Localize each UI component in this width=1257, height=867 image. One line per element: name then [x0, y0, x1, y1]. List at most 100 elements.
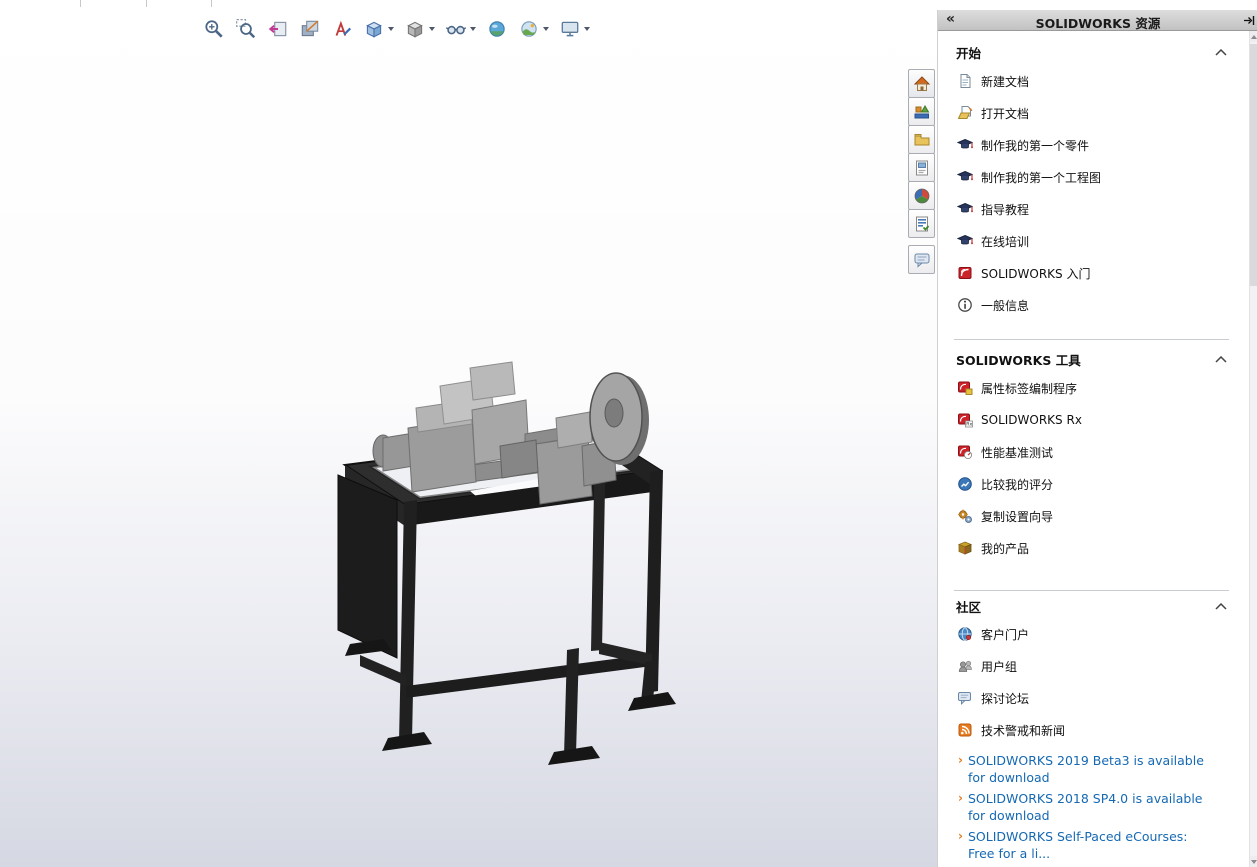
item-first-part[interactable]: 制作我的第一个零件 — [954, 129, 1249, 161]
forum-icon — [956, 690, 973, 707]
item-open-document[interactable]: 打开文档 — [954, 97, 1249, 129]
folder-icon — [914, 133, 929, 145]
previous-view-button[interactable] — [267, 16, 289, 42]
compare-scores-icon — [956, 476, 973, 493]
section-items: 客户门户 用户组 探讨论坛 技术警戒和新闻 — [954, 618, 1249, 746]
view-palette-icon — [915, 160, 928, 175]
view-settings-button[interactable] — [559, 16, 590, 42]
previous-view-icon — [268, 21, 287, 37]
collapse-chevron-icon[interactable] — [1215, 356, 1227, 363]
copy-settings-icon — [956, 508, 973, 525]
news-link-text: SOLIDWORKS Self-Paced eCourses: Free for… — [967, 829, 1188, 861]
3d-model-assembly[interactable] — [320, 350, 680, 780]
task-pane: « SOLIDWORKS 资源 开始 新建文档 打开文档 制作我的第一个零件 制… — [937, 10, 1257, 867]
apply-scene-button[interactable] — [518, 16, 549, 42]
item-customer-portal[interactable]: 客户门户 — [954, 618, 1249, 650]
scrollbar-thumb[interactable] — [1250, 44, 1257, 286]
section-view-button[interactable] — [299, 16, 321, 42]
dropdown-arrow-icon[interactable] — [388, 27, 394, 31]
item-compare-scores[interactable]: 比较我的评分 — [954, 468, 1249, 500]
dropdown-arrow-icon[interactable] — [543, 27, 549, 31]
graphics-viewport[interactable] — [0, 8, 937, 867]
item-performance-benchmark[interactable]: 性能基准测试 — [954, 436, 1249, 468]
benchmark-icon — [956, 444, 973, 461]
item-tutorials[interactable]: 指导教程 — [954, 193, 1249, 225]
news-link[interactable]: › SOLIDWORKS 2018 SP4.0 is available for… — [954, 788, 1249, 826]
appearances-sphere-icon — [914, 188, 929, 203]
item-label: 指导教程 — [981, 202, 1030, 217]
info-icon — [956, 297, 973, 314]
news-list: › SOLIDWORKS 2019 Beta3 is available for… — [954, 750, 1249, 867]
item-label: 用户组 — [981, 659, 1018, 674]
item-label: SOLIDWORKS Rx — [981, 413, 1082, 427]
heads-up-toolbar — [203, 16, 590, 42]
item-technical-alerts-news[interactable]: 技术警戒和新闻 — [954, 714, 1249, 746]
zoom-to-fit-icon — [205, 20, 223, 38]
tutorial-cap-icon — [956, 201, 973, 218]
zoom-to-fit-button[interactable] — [203, 16, 225, 42]
item-new-document[interactable]: 新建文档 — [954, 65, 1249, 97]
item-online-training[interactable]: 在线培训 — [954, 225, 1249, 257]
svg-text:Rx: Rx — [966, 422, 972, 428]
zoom-to-area-button[interactable] — [235, 16, 257, 42]
item-general-information[interactable]: 一般信息 — [954, 289, 1249, 321]
design-library-icon — [914, 104, 929, 118]
tutorial-cap-icon — [956, 233, 973, 250]
item-user-groups[interactable]: 用户组 — [954, 650, 1249, 682]
section-divider — [954, 590, 1229, 591]
edit-appearance-button[interactable] — [486, 16, 508, 42]
tab-design-library[interactable] — [908, 97, 935, 126]
forum-bubble-icon — [914, 253, 929, 268]
item-label: 新建文档 — [981, 74, 1030, 89]
tab-file-explorer[interactable] — [908, 125, 935, 154]
zoom-to-area-icon — [236, 19, 256, 39]
news-rss-icon — [956, 722, 973, 739]
section-title: 开始 — [956, 46, 982, 61]
tab-custom-properties[interactable] — [908, 209, 935, 238]
news-link[interactable]: › SOLIDWORKS Self-Paced eCourses: Free f… — [954, 826, 1249, 864]
item-solidworks-rx[interactable]: Rx SOLIDWORKS Rx — [954, 404, 1249, 436]
scrollbar-up-arrow[interactable] — [1250, 31, 1257, 42]
section-view-icon — [301, 20, 319, 37]
tutorial-cap-icon — [956, 137, 973, 154]
news-bullet-icon: › — [958, 791, 963, 805]
dropdown-arrow-icon[interactable] — [429, 27, 435, 31]
item-solidworks-getting-started[interactable]: SOLIDWORKS 入门 — [954, 257, 1249, 289]
tab-appearances-scenes[interactable] — [908, 181, 935, 210]
task-pane-scrollbar[interactable] — [1249, 31, 1257, 867]
tab-solidworks-forum[interactable] — [908, 245, 935, 274]
section-items: 属性标签编制程序 Rx SOLIDWORKS Rx 性能基准测试 比较我的评分 … — [954, 372, 1249, 564]
section-title: 社区 — [956, 600, 982, 615]
hide-show-items-button[interactable] — [445, 16, 476, 42]
my-products-icon — [956, 540, 973, 557]
dynamic-annotation-views-button[interactable] — [331, 16, 353, 42]
news-link-text: SOLIDWORKS 2018 SP4.0 is available for d… — [967, 791, 1203, 823]
item-property-tab-builder[interactable]: 属性标签编制程序 — [954, 372, 1249, 404]
collapse-chevron-icon[interactable] — [1215, 49, 1227, 56]
item-label: 复制设置向导 — [981, 509, 1054, 524]
item-first-drawing[interactable]: 制作我的第一个工程图 — [954, 161, 1249, 193]
news-bullet-icon: › — [958, 753, 963, 767]
tab-solidworks-resources[interactable] — [908, 69, 935, 98]
home-icon — [913, 75, 930, 91]
item-label: SOLIDWORKS 入门 — [981, 266, 1091, 281]
collapse-chevron-icon[interactable] — [1215, 603, 1227, 610]
dropdown-arrow-icon[interactable] — [584, 27, 590, 31]
item-label: 属性标签编制程序 — [981, 381, 1078, 396]
view-orientation-button[interactable] — [363, 16, 394, 42]
pin-icon[interactable] — [1243, 14, 1255, 27]
item-label: 我的产品 — [981, 541, 1030, 556]
item-copy-settings-wizard[interactable]: 复制设置向导 — [954, 500, 1249, 532]
section-header-start: 开始 — [956, 43, 1227, 62]
dropdown-arrow-icon[interactable] — [470, 27, 476, 31]
tutorial-cap-icon — [956, 169, 973, 186]
item-label: 技术警戒和新闻 — [981, 723, 1066, 738]
item-label: 探讨论坛 — [981, 691, 1030, 706]
property-tab-builder-icon — [956, 380, 973, 397]
item-discussion-forum[interactable]: 探讨论坛 — [954, 682, 1249, 714]
display-style-button[interactable] — [404, 16, 435, 42]
tab-view-palette[interactable] — [908, 153, 935, 182]
scrollbar-down-arrow[interactable] — [1250, 856, 1257, 867]
news-link[interactable]: › SOLIDWORKS 2019 Beta3 is available for… — [954, 750, 1249, 788]
item-my-products[interactable]: 我的产品 — [954, 532, 1249, 564]
